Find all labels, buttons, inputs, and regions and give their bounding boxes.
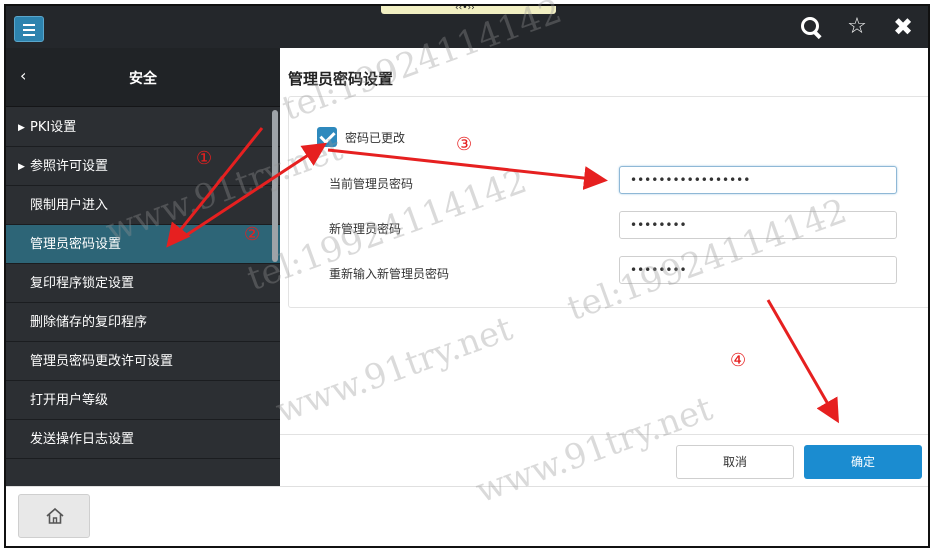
sidebar-item[interactable]: ▶ PKI设置 [6, 108, 280, 147]
sidebar-item[interactable]: 复印程序锁定设置 [6, 264, 280, 303]
sidebar-item-label: PKI设置 [30, 120, 77, 135]
sidebar-item-label: 管理员密码设置 [30, 237, 122, 252]
password-changed-checkbox[interactable] [317, 127, 337, 147]
confirm-password-label: 重新输入新管理员密码 [329, 267, 450, 281]
sidebar-item[interactable]: 发送操作日志设置 [6, 420, 280, 459]
new-password-field[interactable]: •••••••• [619, 211, 897, 239]
cancel-button[interactable]: 取消 [676, 445, 794, 479]
current-password-label: 当前管理员密码 [329, 177, 414, 191]
sidebar-item[interactable]: 管理员密码更改许可设置 [6, 342, 280, 381]
sidebar-item[interactable]: 限制用户进入 [6, 186, 280, 225]
sidebar: ‹ 安全 ▶ PKI设置 ▶ 参照许可设置 限制用户进入 管理员密码设置 复印程序锁定设置删… [6, 48, 280, 486]
screen-frame: ‹‹•›› ☆ ✖ ‹ 安全 ▶ PKI设置 ▶ 参照许可设置 限制用户进入 管理员密码设… [4, 4, 930, 548]
sidebar-item[interactable]: ▶ 参照许可设置 [6, 147, 280, 186]
star-icon[interactable]: ☆ [844, 14, 870, 40]
sidebar-item-label: 打开用户等级 [30, 393, 109, 408]
top-bar: ‹‹•›› ☆ ✖ [6, 6, 928, 48]
drag-handle[interactable]: ‹‹•›› [381, 6, 556, 14]
sidebar-item-label: 复印程序锁定设置 [30, 276, 135, 291]
sidebar-item[interactable]: 删除储存的复印程序 [6, 303, 280, 342]
sidebar-list: ▶ PKI设置 ▶ 参照许可设置 限制用户进入 管理员密码设置 复印程序锁定设置 删除储存的复… [6, 108, 280, 459]
page-title: 管理员密码设置 [288, 70, 394, 88]
current-password-field[interactable]: ••••••••••••••••• [619, 166, 897, 194]
sidebar-item-label: 管理员密码更改许可设置 [30, 354, 174, 369]
search-icon[interactable] [798, 14, 824, 40]
button-bar: 取消 确定 [280, 434, 928, 487]
sidebar-title: 安全 [129, 71, 157, 87]
password-form: 密码已更改 当前管理员密码 ••••••••••••••••• 新管理员密码 •… [288, 96, 928, 308]
sidebar-scrollbar[interactable] [272, 110, 278, 262]
home-icon [46, 507, 64, 524]
expand-caret-icon: ▶ [18, 162, 25, 172]
ok-button[interactable]: 确定 [804, 445, 922, 479]
sidebar-item-label: 参照许可设置 [30, 159, 109, 174]
sidebar-item[interactable]: 管理员密码设置 [6, 225, 280, 264]
sidebar-header: ‹ 安全 [6, 48, 280, 107]
new-password-label: 新管理员密码 [329, 222, 402, 236]
main-panel: 管理员密码设置 密码已更改 当前管理员密码 ••••••••••••••••• … [280, 48, 928, 486]
sidebar-item-label: 限制用户进入 [30, 198, 109, 213]
sidebar-item[interactable]: 打开用户等级 [6, 381, 280, 420]
close-icon[interactable]: ✖ [890, 14, 916, 40]
sidebar-item-label: 删除储存的复印程序 [30, 315, 148, 330]
home-button[interactable] [18, 494, 90, 538]
confirm-password-field[interactable]: •••••••• [619, 256, 897, 284]
menu-icon[interactable] [14, 16, 44, 42]
sidebar-item-label: 发送操作日志设置 [30, 432, 135, 447]
bottom-bar [6, 486, 928, 546]
expand-caret-icon: ▶ [18, 123, 25, 133]
drag-handle-label: ‹‹•›› [455, 4, 475, 13]
password-changed-label: 密码已更改 [345, 131, 406, 145]
